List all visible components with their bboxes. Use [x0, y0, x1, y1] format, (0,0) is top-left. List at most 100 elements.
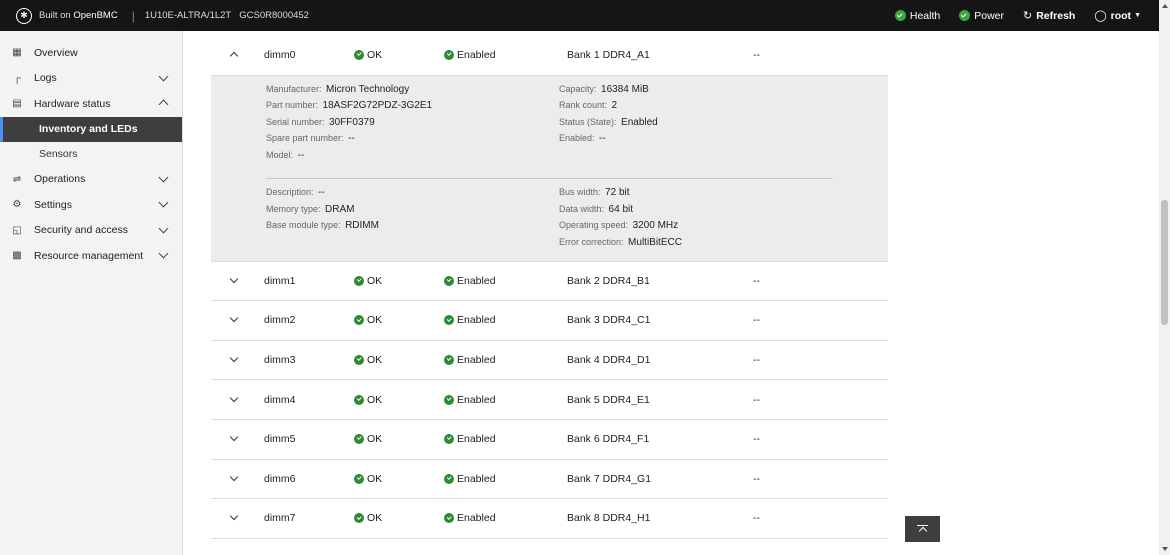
host-name: 1U10E-ALTRA/1L2T [144, 10, 232, 21]
dimm-name: dimm2 [264, 314, 296, 327]
table-row: dimm5 OK Enabled Bank 6 DDR4_F1 -- [211, 419, 888, 460]
table-row: dimm0 OK Enabled Bank 1 DDR4_A1 -- [211, 36, 888, 76]
user-menu-button[interactable]: ◯ root ▼ [1094, 9, 1141, 23]
chevron-down-icon [158, 172, 169, 182]
location-cell: Bank 2 DDR4_B1 [567, 274, 650, 287]
details-right-top: Capacity: 16384 MiB Rank count: 2 Status… [559, 84, 852, 167]
health-cell: OK [354, 49, 444, 61]
location-cell: Bank 8 DDR4_H1 [567, 512, 651, 525]
dimm-name: dimm3 [264, 354, 296, 367]
health-cell: OK [354, 275, 444, 287]
detail-capacity: Capacity: 16384 MiB [559, 83, 649, 95]
detail-model: Model: -- [266, 149, 305, 161]
dimm-name: dimm4 [264, 393, 296, 406]
serial-number: GCS0R8000452 [239, 10, 309, 21]
part-cell: -- [753, 354, 760, 367]
dimm-table: dimm0 OK Enabled Bank 1 DDR4_A1 -- Manuf… [211, 36, 888, 539]
detail-manufacturer: Manufacturer: Micron Technology [266, 83, 410, 95]
openbmc-logo-icon: ✱ [16, 7, 32, 24]
caret-down-icon: ▼ [1134, 12, 1141, 19]
state-cell: Enabled [444, 49, 567, 61]
expand-row-button[interactable] [227, 276, 251, 286]
expand-row-button[interactable] [227, 434, 251, 444]
top-bar: ✱ Built on OpenBMC | 1U10E-ALTRA/1L2T GC… [0, 0, 1170, 31]
dimm-name: dimm5 [264, 433, 296, 446]
sidebar-item-security-and-access[interactable]: ◱ Security and access [0, 218, 182, 244]
detail-description: Description: -- [266, 187, 325, 199]
overview-icon: ▦ [12, 47, 22, 59]
header-separator: | [131, 8, 135, 23]
sidebar-item-resource-management[interactable]: ▩ Resource management [0, 243, 182, 269]
part-cell: -- [753, 314, 760, 327]
health-cell: OK [354, 354, 444, 366]
enabled-status-icon [444, 394, 454, 405]
sidebar-subitem-sensors[interactable]: Sensors [0, 142, 182, 167]
collapse-row-button[interactable] [227, 50, 251, 60]
security-icon: ◱ [12, 224, 22, 236]
detail-rank-count: Rank count: 2 [559, 100, 618, 112]
ok-status-icon [354, 434, 364, 445]
power-ok-icon [959, 10, 971, 21]
part-cell: -- [753, 433, 760, 446]
health-cell: OK [354, 314, 444, 326]
state-cell: Enabled [444, 473, 567, 485]
hardware-icon: ▤ [12, 98, 22, 110]
chevron-down-icon [158, 248, 169, 259]
expand-row-button[interactable] [227, 355, 251, 365]
detail-serial-number: Serial number: 30FF0379 [266, 116, 375, 128]
arrow-to-top-icon [917, 524, 928, 534]
scroll-up-icon[interactable] [1162, 4, 1168, 8]
refresh-icon: ↻ [1023, 10, 1033, 22]
table-row: dimm6 OK Enabled Bank 7 DDR4_G1 -- [211, 459, 888, 500]
chevron-down-icon [158, 197, 169, 208]
ok-status-icon [354, 473, 364, 484]
table-row: dimm7 OK Enabled Bank 8 DDR4_H1 -- [211, 499, 888, 539]
settings-icon: ⚙ [12, 199, 22, 211]
resource-icon: ▩ [12, 250, 22, 262]
sidebar-item-settings[interactable]: ⚙ Settings [0, 192, 182, 218]
ok-status-icon [354, 50, 364, 61]
sidebar-item-hardware-status[interactable]: ▤ Hardware status [0, 91, 182, 117]
health-cell: OK [354, 473, 444, 485]
sidebar-item-overview[interactable]: ▦ Overview [0, 40, 182, 66]
health-status-button[interactable]: Health [894, 10, 940, 22]
enabled-status-icon [444, 355, 454, 366]
scrollbar-thumb[interactable] [1161, 200, 1168, 325]
enabled-status-icon [444, 434, 454, 445]
detail-part-number: Part number: 18ASF2G72PDZ-3G2E1 [266, 100, 433, 112]
part-cell: -- [753, 393, 760, 406]
page-scrollbar[interactable] [1159, 0, 1170, 555]
enabled-status-icon [444, 50, 454, 61]
chevron-down-icon [158, 71, 169, 81]
power-status-button[interactable]: Power [959, 10, 1004, 22]
state-cell: Enabled [444, 314, 567, 326]
table-row: dimm1 OK Enabled Bank 2 DDR4_B1 -- [211, 261, 888, 302]
back-to-top-button[interactable] [905, 516, 940, 542]
brand[interactable]: ✱ Built on OpenBMC [0, 7, 118, 24]
dimm-name: dimm7 [264, 512, 296, 525]
refresh-button[interactable]: ↻ Refresh [1023, 9, 1075, 23]
table-row: dimm3 OK Enabled Bank 4 DDR4_D1 -- [211, 340, 888, 381]
ok-status-icon [354, 355, 364, 366]
location-cell: Bank 5 DDR4_E1 [567, 393, 650, 406]
details-left-top: Manufacturer: Micron Technology Part num… [266, 84, 559, 167]
detail-data-width: Data width: 64 bit [559, 203, 634, 215]
dimm-name: dimm0 [264, 49, 296, 62]
detail-spare-part-number: Spare part number: -- [266, 133, 355, 145]
sidebar-subitem-inventory-and-leds[interactable]: Inventory and LEDs [0, 116, 182, 142]
detail-enabled: Enabled: -- [559, 133, 606, 145]
scroll-down-icon[interactable] [1162, 547, 1168, 551]
location-cell: Bank 4 DDR4_D1 [567, 354, 651, 367]
detail-bus-width: Bus width: 72 bit [559, 187, 630, 199]
part-cell: -- [753, 49, 760, 62]
details-divider [266, 178, 833, 180]
sidebar-item-logs[interactable]: ┌ Logs [0, 66, 182, 92]
expand-row-button[interactable] [227, 315, 251, 325]
expand-row-button[interactable] [227, 513, 251, 523]
expand-row-button[interactable] [227, 395, 251, 405]
sidebar-item-operations[interactable]: ⇌ Operations [0, 167, 182, 193]
location-cell: Bank 3 DDR4_C1 [567, 314, 651, 327]
built-on-label: Built on OpenBMC [39, 10, 118, 21]
enabled-status-icon [444, 473, 454, 484]
expand-row-button[interactable] [227, 474, 251, 484]
